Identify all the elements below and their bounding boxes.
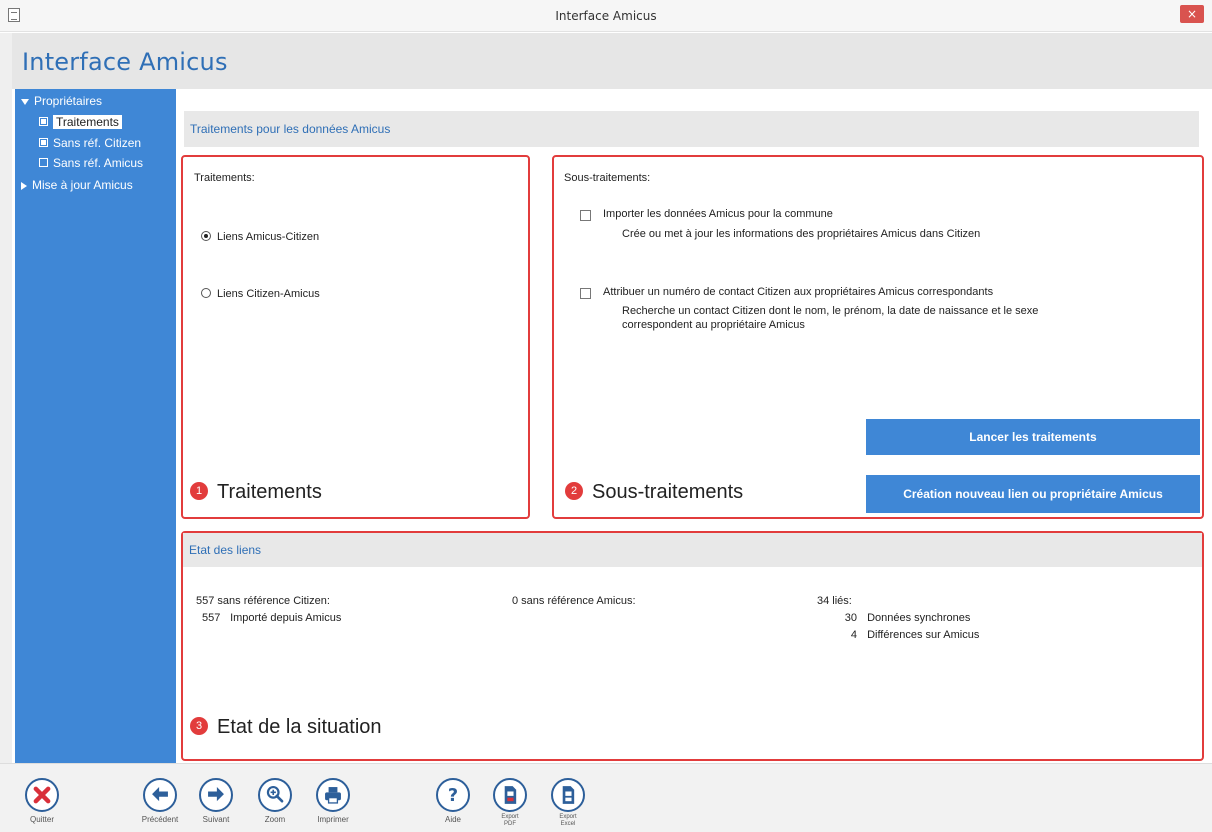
previous-button[interactable]: Précédent	[132, 764, 188, 832]
etat-title: Etat des liens	[189, 543, 262, 557]
stat-sans-ref-amicus: 0 sans référence Amicus:	[512, 595, 636, 607]
checked-square-icon	[39, 138, 48, 148]
previous-label: Précédent	[141, 815, 179, 824]
sous-traitements-label: Sous-traitements:	[564, 172, 651, 184]
app-name: Interface Amicus	[22, 48, 228, 76]
checked-square-icon	[39, 117, 48, 127]
stat-lies: 34 liés:	[817, 595, 852, 607]
question-mark-icon: ?	[436, 778, 470, 812]
radio-liens-citizen-amicus[interactable]: Liens Citizen-Amicus	[201, 288, 320, 300]
annotation-text: Traitements	[217, 481, 322, 503]
stat-count: 4	[850, 629, 857, 641]
stat-row: 4 Différences sur Amicus	[833, 629, 979, 641]
annotation-number: 1	[190, 481, 208, 500]
export-pdf-label-line2: PDF	[504, 821, 516, 827]
sidebar-item-sans-ref-citizen[interactable]: Sans réf. Citizen	[39, 133, 141, 153]
attribuer-checkbox[interactable]	[580, 288, 591, 299]
annotation-1: 1 Traitements	[190, 481, 322, 504]
export-excel-button[interactable]: Export Excel	[540, 764, 596, 832]
sidebar-item-label: Sans réf. Citizen	[53, 136, 142, 150]
import-checkbox[interactable]	[580, 210, 591, 221]
sidebar-group-label: Propriétaires	[34, 94, 103, 108]
zoom-button[interactable]: Zoom	[247, 764, 303, 832]
export-excel-icon	[551, 778, 585, 812]
traitements-panel: Traitements: Liens Amicus-Citizen Liens …	[181, 155, 530, 519]
radio-label: Liens Amicus-Citizen	[217, 231, 320, 243]
stat-row: 30 Données synchrones	[833, 612, 971, 624]
sidebar-group-proprietaires[interactable]: Propriétaires	[21, 91, 102, 111]
export-excel-label: Export Excel	[540, 814, 596, 828]
printer-icon	[316, 778, 350, 812]
stat-count: 30	[844, 612, 857, 624]
help-button[interactable]: ? Aide	[425, 764, 481, 832]
print-label: Imprimer	[317, 815, 349, 824]
quit-button[interactable]: Quitter	[14, 764, 70, 832]
annotation-text: Sous-traitements	[592, 481, 744, 503]
traitements-label: Traitements:	[194, 172, 255, 184]
sidebar-group-mise-a-jour[interactable]: Mise à jour Amicus	[21, 175, 133, 195]
next-button[interactable]: Suivant	[188, 764, 244, 832]
main-content: Traitements pour les données Amicus Trai…	[176, 89, 1212, 763]
import-option-title: Importer les données Amicus pour la comm…	[603, 208, 833, 220]
arrow-left-icon	[143, 778, 177, 812]
window-title-bar: Interface Amicus ×	[0, 0, 1212, 32]
window-close-button[interactable]: ×	[1180, 5, 1204, 23]
export-pdf-label-line1: Export	[501, 814, 519, 820]
export-pdf-icon	[493, 778, 527, 812]
radio-selected-icon	[201, 231, 211, 242]
export-pdf-label: Export PDF	[482, 814, 538, 828]
help-label: Aide	[444, 815, 461, 824]
zoom-in-icon	[258, 778, 292, 812]
sidebar-group-label: Mise à jour Amicus	[32, 178, 133, 192]
annotation-3: 3 Etat de la situation	[190, 716, 382, 739]
stat-label: Importé depuis Amicus	[230, 612, 342, 624]
export-excel-label-line1: Export	[559, 814, 577, 820]
attribuer-option-description: Recherche un contact Citizen dont le nom…	[622, 305, 1039, 331]
bottom-toolbar: Quitter Précédent Suivant Zoom Imprimer …	[0, 763, 1212, 832]
radio-label: Liens Citizen-Amicus	[217, 288, 320, 300]
creation-lien-button[interactable]: Création nouveau lien ou propriétaire Am…	[866, 475, 1200, 513]
annotation-number: 3	[190, 716, 208, 735]
radio-liens-amicus-citizen[interactable]: Liens Amicus-Citizen	[201, 231, 319, 243]
expand-right-icon	[21, 181, 27, 190]
close-x-icon	[25, 778, 59, 812]
radio-unselected-icon	[201, 288, 211, 299]
quit-label: Quitter	[29, 815, 54, 824]
sidebar-item-label: Traitements	[53, 115, 122, 129]
sidebar-item-traitements[interactable]: Traitements	[39, 112, 122, 132]
window-title: Interface Amicus	[555, 9, 657, 23]
attribuer-option-title: Attribuer un numéro de contact Citizen a…	[603, 286, 994, 298]
svg-text:?: ?	[448, 786, 458, 806]
stat-label: Données synchrones	[867, 612, 971, 624]
import-option-description: Crée ou met à jour les informations des …	[622, 228, 981, 240]
arrow-right-icon	[199, 778, 233, 812]
stat-label: Différences sur Amicus	[867, 629, 980, 641]
export-excel-label-line2: Excel	[560, 821, 576, 827]
empty-square-icon	[39, 158, 48, 168]
sous-traitements-panel: Sous-traitements: Importer les données A…	[552, 155, 1204, 519]
stat-count: 557	[202, 612, 221, 624]
lancer-traitements-button[interactable]: Lancer les traitements	[866, 419, 1200, 455]
stat-sans-ref-citizen: 557 sans référence Citizen:	[196, 595, 330, 607]
export-pdf-button[interactable]: Export PDF	[482, 764, 538, 832]
app-header: Interface Amicus	[12, 33, 1212, 89]
zoom-label: Zoom	[264, 815, 286, 824]
annotation-2: 2 Sous-traitements	[565, 481, 743, 504]
stat-row: 557 Importé depuis Amicus	[202, 612, 341, 624]
window-frame	[0, 33, 12, 763]
expand-down-icon	[21, 98, 29, 105]
sidebar-item-sans-ref-amicus[interactable]: Sans réf. Amicus	[39, 153, 143, 173]
etat-header: Etat des liens	[183, 533, 1202, 567]
section-header: Traitements pour les données Amicus	[184, 111, 1199, 147]
next-label: Suivant	[202, 815, 230, 824]
sidebar: Propriétaires Traitements Sans réf. Citi…	[15, 89, 176, 763]
sidebar-item-label: Sans réf. Amicus	[53, 156, 144, 170]
annotation-number: 2	[565, 481, 583, 500]
etat-des-liens-panel: Etat des liens 557 sans référence Citize…	[181, 531, 1204, 761]
annotation-text: Etat de la situation	[217, 716, 382, 738]
print-button[interactable]: Imprimer	[305, 764, 361, 832]
section-title: Traitements pour les données Amicus	[190, 122, 391, 136]
